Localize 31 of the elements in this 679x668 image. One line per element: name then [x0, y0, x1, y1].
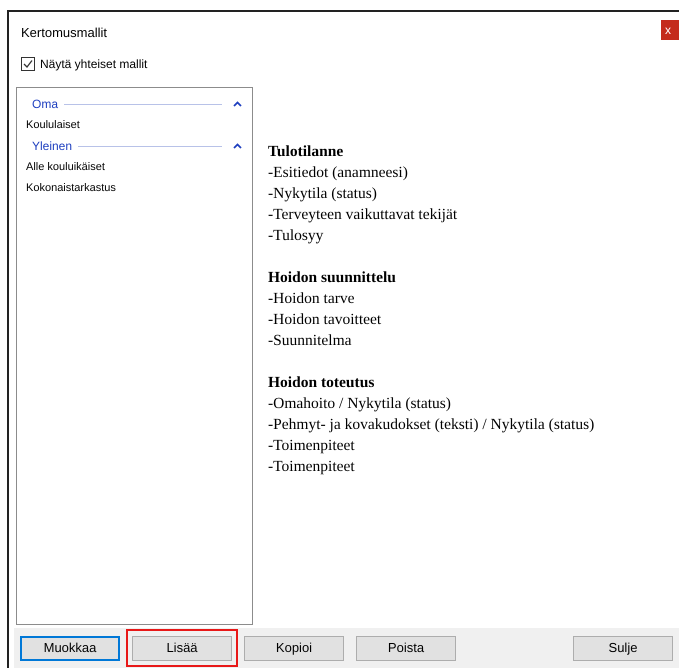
dialog-button[interactable]: Lisää: [132, 636, 232, 661]
preview-line: -Toimenpiteet: [268, 436, 356, 456]
list-item[interactable]: Kokonaistarkastus: [26, 180, 116, 197]
dialog-button[interactable]: Kopioi: [244, 636, 344, 661]
dialog-button[interactable]: Sulje: [573, 636, 673, 661]
list-item[interactable]: Koululaiset: [26, 117, 80, 134]
preview-line: -Hoidon tarve: [268, 288, 356, 309]
section-heading: Hoidon toteutus: [268, 372, 376, 393]
preview-line: -Terveyteen vaikuttavat tekijät: [268, 204, 458, 225]
collapse-icon[interactable]: [232, 141, 242, 152]
preview-line: -Hoidon tavoitteet: [268, 310, 382, 330]
check-icon: [23, 58, 33, 69]
window-title: Kertomusmallit: [21, 24, 107, 42]
checkbox-label: Näytä yhteiset mallit: [40, 56, 148, 73]
list-item[interactable]: Alle kouluikäiset: [26, 159, 105, 176]
collapse-icon[interactable]: [232, 99, 242, 110]
preview-line: -Nykytila (status): [268, 184, 378, 204]
preview-line: -Esitiedot (anamneesi): [268, 162, 409, 183]
preview-line: -Suunnitelma: [268, 330, 353, 351]
group-header: Oma: [32, 96, 58, 114]
preview-line: -Omahoito / Nykytila (status): [268, 394, 452, 414]
section-heading: Hoidon suunnittelu: [268, 268, 397, 288]
group-header: Yleinen: [32, 138, 72, 156]
section-heading: Tulotilanne: [268, 142, 344, 162]
dialog-button[interactable]: Muokkaa: [20, 636, 120, 661]
close-button[interactable]: x: [661, 20, 679, 40]
checkbox[interactable]: [21, 56, 35, 71]
preview-line: -Toimenpiteet: [268, 456, 356, 477]
preview-line: -Pehmyt- ja kovakudokset (teksti) / Nykytila (status): [268, 414, 596, 435]
dialog-button[interactable]: Poista: [356, 636, 456, 661]
preview-line: -Tulosyy: [268, 226, 324, 246]
